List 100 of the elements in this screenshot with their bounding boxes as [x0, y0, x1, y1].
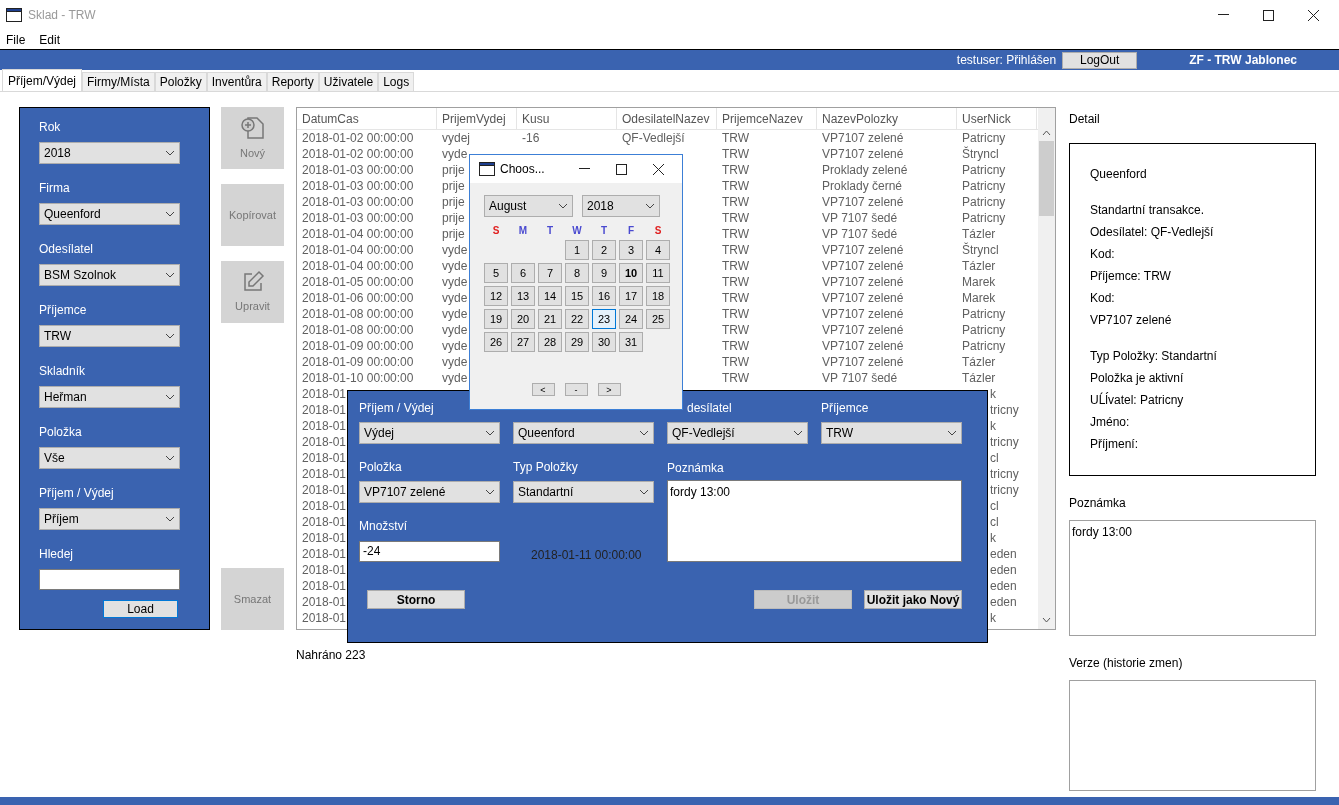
field-label: Položka: [359, 459, 402, 476]
dropdown[interactable]: Výdej: [359, 422, 500, 444]
table-cell: Štryncl: [962, 241, 999, 259]
day-button[interactable]: 12: [484, 286, 508, 306]
table-cell-text: 2018-01-09 00:00:00: [302, 338, 414, 355]
tab[interactable]: Příjem/Výdej: [2, 69, 83, 91]
day-button[interactable]: 28: [538, 332, 562, 352]
logout-button[interactable]: LogOut: [1062, 51, 1138, 69]
table-cell-text: eden: [990, 594, 1017, 611]
detail-line: UĹĺvatel: Patricny: [1090, 392, 1185, 408]
chevron-down-icon: [558, 203, 568, 209]
table-cell-text: TRW: [722, 354, 750, 371]
menu-item[interactable]: Edit: [39, 30, 61, 49]
scroll-down-icon[interactable]: [1042, 617, 1051, 623]
note-field[interactable]: fordy 13:00: [1069, 520, 1316, 636]
tab[interactable]: Uživatele: [318, 72, 379, 91]
tab[interactable]: Logs: [378, 72, 415, 91]
day-button[interactable]: 23: [592, 309, 616, 329]
scrollbar-thumb[interactable]: [1039, 141, 1054, 216]
table-cell-text: Patricny: [962, 130, 1006, 146]
tab[interactable]: Položky: [154, 72, 207, 91]
tab[interactable]: Reporty: [266, 72, 319, 91]
day-button[interactable]: 18: [646, 286, 670, 306]
day-button[interactable]: 9: [592, 263, 616, 283]
dropdown[interactable]: Vše: [39, 447, 180, 469]
chevron-down-icon: [165, 333, 175, 339]
dropdown[interactable]: Standartní: [513, 481, 654, 503]
day-button[interactable]: 16: [592, 286, 616, 306]
dropdown[interactable]: Queenford: [39, 203, 180, 225]
column-header[interactable]: Kusu: [522, 109, 550, 128]
day-button[interactable]: 22: [565, 309, 589, 329]
dialog-button[interactable]: Uložit jako Nový: [864, 590, 962, 609]
table-cell-text: VP7107 zelené: [822, 290, 904, 307]
day-button[interactable]: 19: [484, 309, 508, 329]
day-button[interactable]: 25: [646, 309, 670, 329]
day-button[interactable]: 29: [565, 332, 589, 352]
dropdown[interactable]: QF-Vedlejší: [667, 422, 808, 444]
table-cell-text: QF-Vedlejší: [622, 130, 685, 147]
day-button[interactable]: 24: [619, 309, 643, 329]
search-field[interactable]: [39, 569, 180, 590]
nav-button[interactable]: >: [597, 383, 621, 396]
day-button[interactable]: 30: [592, 332, 616, 352]
table-cell-text: TRW: [722, 258, 750, 275]
close-icon[interactable]: [653, 163, 664, 175]
column-header[interactable]: NazevPolozky: [822, 109, 899, 128]
day-button[interactable]: 7: [538, 263, 562, 283]
dropdown[interactable]: 2018: [39, 142, 180, 164]
nav-button[interactable]: -: [564, 383, 588, 396]
dropdown[interactable]: TRW: [39, 325, 180, 347]
day-button[interactable]: 17: [619, 286, 643, 306]
day-button[interactable]: 3: [619, 240, 643, 260]
day-button[interactable]: 6: [511, 263, 535, 283]
load-button[interactable]: Load: [103, 600, 178, 618]
day-button[interactable]: 4: [646, 240, 670, 260]
tab[interactable]: Inventůra: [206, 72, 267, 91]
day-button[interactable]: 15: [565, 286, 589, 306]
day-button[interactable]: 10: [619, 263, 643, 283]
dropdown[interactable]: VP7107 zelené: [359, 481, 500, 503]
tab[interactable]: Firmy/Místa: [82, 72, 155, 91]
day-button[interactable]: 13: [511, 286, 535, 306]
day-button[interactable]: 27: [511, 332, 535, 352]
table-cell-text: cl: [990, 498, 999, 515]
dialog-button[interactable]: Storno: [367, 590, 465, 609]
table-cell-text: 2018-01-03 00:00:00: [302, 162, 414, 179]
dropdown[interactable]: TRW: [821, 422, 962, 444]
minimize-icon[interactable]: [1218, 14, 1229, 16]
day-button[interactable]: 1: [565, 240, 589, 260]
nav-button[interactable]: <: [531, 383, 555, 396]
day-button[interactable]: 20: [511, 309, 535, 329]
maximize-icon[interactable]: [1263, 9, 1274, 21]
note-field[interactable]: fordy 13:00: [667, 480, 962, 562]
menu-item[interactable]: File: [6, 30, 26, 49]
versions-label: Verze (historie zmen): [1069, 655, 1184, 672]
column-header[interactable]: UserNick: [962, 109, 1011, 128]
column-header[interactable]: OdesilatelNazev: [622, 109, 710, 128]
window-title: Choos...: [500, 161, 545, 178]
dropdown[interactable]: Queenford: [513, 422, 654, 444]
dropdown[interactable]: BSM Szolnok: [39, 264, 180, 286]
maximize-icon[interactable]: [616, 163, 627, 175]
close-icon[interactable]: [1308, 9, 1319, 21]
day-button[interactable]: 31: [619, 332, 643, 352]
scrollbar[interactable]: [1038, 108, 1055, 629]
day-button[interactable]: 21: [538, 309, 562, 329]
day-button[interactable]: 11: [646, 263, 670, 283]
column-header[interactable]: DatumCas: [302, 109, 359, 128]
quantity-field[interactable]: -24: [359, 540, 500, 562]
column-header[interactable]: PrijemceNazev: [722, 109, 803, 128]
minimize-icon[interactable]: [579, 168, 590, 170]
day-button[interactable]: 8: [565, 263, 589, 283]
detail-line: Příjemce: TRW: [1090, 268, 1172, 284]
column-header[interactable]: PrijemVydej: [442, 109, 506, 128]
day-button[interactable]: 26: [484, 332, 508, 352]
dropdown[interactable]: 2018: [582, 195, 660, 217]
day-button[interactable]: 14: [538, 286, 562, 306]
scroll-up-icon[interactable]: [1042, 130, 1051, 136]
dropdown[interactable]: Heřman: [39, 386, 180, 408]
day-button[interactable]: 5: [484, 263, 508, 283]
dropdown[interactable]: Příjem: [39, 508, 180, 530]
dropdown[interactable]: August: [484, 195, 573, 217]
day-button[interactable]: 2: [592, 240, 616, 260]
